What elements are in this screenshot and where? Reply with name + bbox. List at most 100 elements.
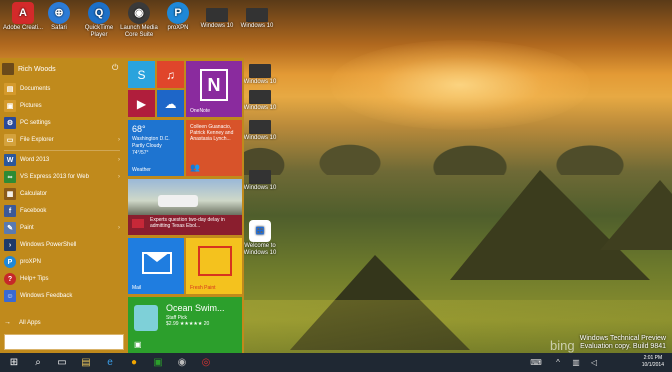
desktop-icon-label: Windows 10 — [243, 185, 277, 191]
tray-chevron-icon[interactable]: ^ — [548, 355, 568, 370]
tile-caption: Mail — [132, 285, 142, 291]
chevron-right-icon[interactable]: › — [118, 174, 120, 180]
tile-mail[interactable]: Mail — [128, 238, 184, 294]
desktop-icon-windows10-shot[interactable]: Windows 10 — [238, 90, 282, 112]
news-icon — [132, 219, 144, 228]
menu-item-label: PC settings — [20, 120, 51, 126]
store-icon[interactable]: ▣ — [148, 355, 168, 370]
desktop-icon-windows10-shot[interactable]: Windows 10 — [195, 2, 239, 30]
store-icon: ▣ — [134, 340, 142, 349]
windows-screenshot-icon — [206, 8, 228, 22]
desktop-icon-media-suite[interactable]: ◉ Launch Media Core Suite — [117, 2, 161, 39]
tile-skype[interactable]: S — [128, 61, 155, 88]
menu-item-windows-feedback[interactable]: ☺ Windows Feedback — [0, 288, 124, 304]
tile-store[interactable]: Ocean Swim... Staff Pick $2.99 ★★★★★ 20 … — [128, 297, 242, 353]
weather-condition: Partly Cloudy — [132, 143, 162, 149]
proxpn-icon: P — [4, 256, 16, 268]
desktop-icon-label: Windows 10 — [240, 23, 274, 29]
file-explorer-icon[interactable]: ▤ — [76, 355, 96, 370]
desktop-icon-quicktime[interactable]: Q QuickTime Player — [77, 2, 121, 39]
app-icon[interactable]: ◉ — [172, 355, 192, 370]
menu-item-powershell[interactable]: › Windows PowerShell — [0, 237, 124, 253]
onenote-icon: N — [200, 69, 228, 101]
all-apps-button[interactable]: → All Apps — [4, 319, 41, 326]
desktop-icon-windows10-shot[interactable]: Windows 10 — [238, 64, 282, 86]
network-icon[interactable]: ▥ — [566, 355, 586, 370]
menu-item-label: Windows Feedback — [20, 293, 73, 299]
wallpaper-mountain — [600, 180, 672, 250]
tile-video[interactable]: ▶ — [128, 90, 155, 117]
media-suite-icon: ◉ — [128, 2, 150, 24]
tile-fresh-paint[interactable]: Fresh Paint — [186, 238, 242, 294]
chevron-right-icon[interactable]: › — [118, 225, 120, 231]
desktop-icon-welcome[interactable]: ⊞ Welcome to Windows 10 — [238, 220, 282, 257]
fresh-paint-icon — [198, 246, 232, 276]
quicktime-icon: Q — [88, 2, 110, 24]
tile-onedrive[interactable]: ☁ — [157, 90, 184, 117]
desktop-icon-windows10-shot[interactable]: Windows 10 — [238, 170, 282, 192]
powershell-icon: › — [4, 239, 16, 251]
people-text: Colleen Guanacio, Patrick Kenney and Ana… — [190, 124, 234, 142]
start-button[interactable]: ⊞ — [4, 355, 24, 370]
bing-logo: bing — [550, 338, 575, 353]
menu-item-vs-express[interactable]: ∞ VS Express 2013 for Web › — [0, 169, 124, 185]
desktop-icon-windows10-shot[interactable]: Windows 10 — [238, 120, 282, 142]
menu-item-pc-settings[interactable]: ⚙ PC settings — [0, 115, 124, 131]
cloud-icon: ☁ — [164, 96, 177, 111]
menu-item-facebook[interactable]: f Facebook — [0, 203, 124, 219]
tile-news[interactable]: Experts question two-day delay in admitt… — [128, 179, 242, 235]
menu-item-file-explorer[interactable]: ▭ File Explorer › — [0, 132, 124, 148]
app-icon[interactable]: ● — [124, 355, 144, 370]
desktop-icon-label: Launch Media Core Suite — [120, 25, 158, 38]
chevron-right-icon[interactable]: › — [118, 157, 120, 163]
chevron-right-icon[interactable]: › — [118, 137, 120, 143]
internet-explorer-icon[interactable]: e — [100, 355, 120, 370]
desktop-icon-safari[interactable]: ⊕ Safari — [37, 2, 81, 32]
proxpn-icon: P — [167, 2, 189, 24]
menu-item-documents[interactable]: ▤ Documents — [0, 81, 124, 97]
app-icon — [134, 305, 158, 331]
menu-item-help-tips[interactable]: ? Help+ Tips — [0, 271, 124, 287]
menu-item-paint[interactable]: ✎ Paint › — [0, 220, 124, 236]
watermark-line: Evaluation copy. Build 9841 — [580, 343, 666, 350]
menu-item-word[interactable]: W Word 2013 › — [0, 152, 124, 168]
video-icon: ▶ — [136, 96, 147, 111]
desktop-icon-label: QuickTime Player — [84, 25, 114, 38]
tile-music[interactable]: ♫ — [157, 61, 184, 88]
desktop-icon-windows10-shot[interactable]: Windows 10 — [235, 2, 279, 30]
headphones-icon: ♫ — [166, 67, 175, 82]
keyboard-icon[interactable]: ⌨ — [526, 355, 546, 370]
task-view-icon[interactable]: ▭ — [52, 355, 72, 370]
search-icon[interactable]: ⌕ — [28, 355, 48, 370]
menu-item-label: proXPN — [20, 259, 42, 265]
wallpaper-hills — [220, 95, 672, 175]
menu-item-pictures[interactable]: ▣ Pictures — [0, 98, 124, 114]
desktop-icon-proxpn[interactable]: P proXPN — [156, 2, 200, 32]
power-icon[interactable]: ⏻ — [112, 63, 118, 73]
news-image — [128, 179, 242, 215]
tile-caption: OneNote — [190, 108, 211, 114]
tile-weather[interactable]: 68° Washington D.C. Partly Cloudy 74°/57… — [128, 120, 184, 176]
volume-icon[interactable]: ◁ — [584, 355, 604, 370]
pictures-icon: ▣ — [4, 100, 16, 112]
search-input[interactable] — [4, 334, 124, 350]
menu-item-label: File Explorer — [20, 137, 54, 143]
documents-icon: ▤ — [4, 83, 16, 95]
tile-people[interactable]: Colleen Guanacio, Patrick Kenney and Ana… — [186, 120, 242, 176]
clock-date: 10/1/2014 — [641, 362, 664, 368]
chrome-icon[interactable]: ◎ — [196, 355, 216, 370]
news-headline: Experts question two-day delay in admitt… — [150, 217, 225, 229]
folder-icon: ▭ — [4, 134, 16, 146]
weather-temp: 68° — [132, 124, 146, 134]
police-car-shape — [158, 195, 198, 207]
windows-screenshot-icon — [249, 90, 271, 104]
tile-onenote[interactable]: N OneNote — [186, 61, 242, 117]
user-account[interactable]: Rich Woods — [2, 61, 122, 77]
menu-item-calculator[interactable]: ▦ Calculator — [0, 186, 124, 202]
avatar — [2, 63, 14, 75]
tile-caption: Weather — [132, 167, 151, 173]
menu-item-proxpn[interactable]: P proXPN — [0, 254, 124, 270]
clock[interactable]: 2:01 PM 10/1/2014 — [642, 355, 664, 369]
desktop-icon-label: Windows 10 — [200, 23, 234, 29]
menu-item-label: Facebook — [20, 208, 47, 214]
